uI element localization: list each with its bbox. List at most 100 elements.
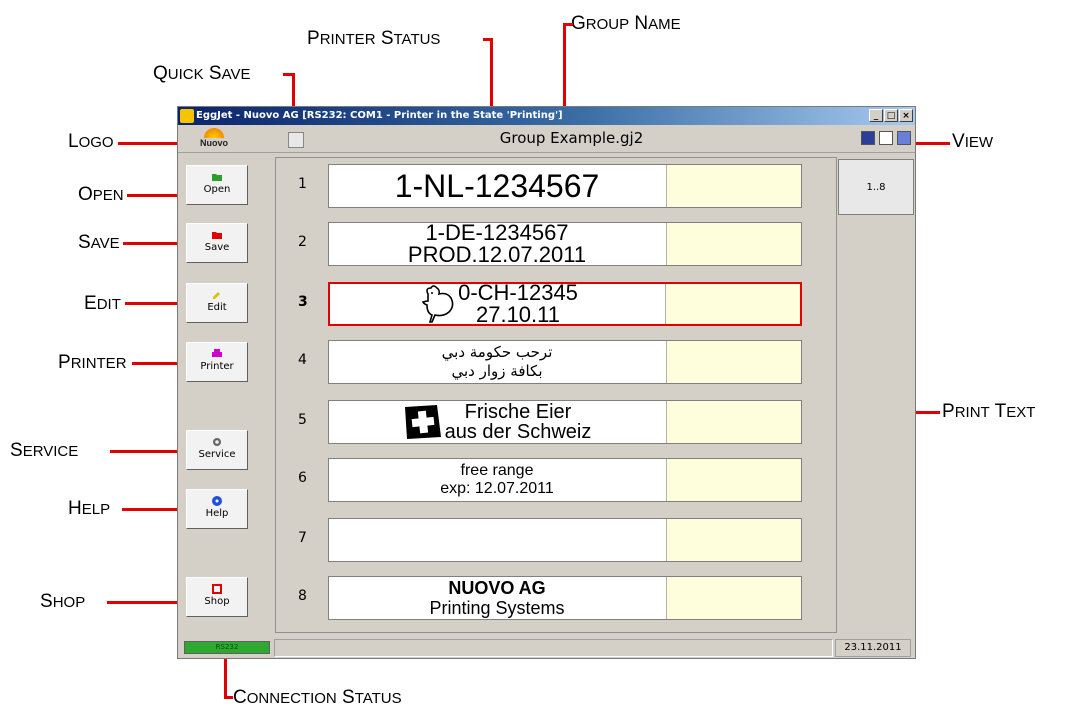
list-item[interactable]: 1 1-NL-1234567 — [276, 162, 836, 212]
list-item[interactable]: 6 free range exp: 12.07.2011 — [276, 456, 836, 506]
view-buttons — [861, 131, 911, 145]
print-line: Frische Eier — [464, 401, 572, 423]
print-text-box-selected[interactable]: 0-CH-12345 27.10.11 — [328, 282, 802, 326]
print-line: Printing Systems — [429, 598, 565, 618]
edit-button[interactable]: Edit — [186, 283, 248, 323]
print-line: NUOVO AG — [448, 578, 546, 598]
print-text: Frische Eier aus der Schweiz — [329, 401, 665, 443]
callout-shop-line — [107, 601, 187, 604]
maximize-button[interactable]: □ — [884, 109, 898, 122]
print-text-box[interactable]: 1-NL-1234567 — [328, 164, 802, 208]
shop-button[interactable]: Shop — [186, 577, 248, 617]
callout-open: OPEN — [78, 184, 124, 205]
cart-icon — [212, 584, 222, 594]
window-title: EggJet - Nuovo AG [RS232: COM1 - Printer… — [196, 110, 563, 121]
callout-service: SERVICE — [10, 440, 79, 461]
group-name: Group Example.gj2 — [499, 129, 644, 147]
nuovo-logo: Nuovo — [198, 128, 230, 150]
callout-connection-status: CONNECTION STATUS — [233, 687, 402, 708]
callout-edit: EDIT — [84, 293, 121, 314]
quick-save-button[interactable] — [288, 132, 304, 148]
print-text: 1-NL-1234567 — [329, 165, 665, 207]
row-number: 5 — [298, 412, 307, 428]
print-preview-area — [666, 577, 801, 619]
shop-label: Shop — [204, 596, 230, 607]
callout-printer: PRINTER — [58, 352, 127, 373]
group-tabs: 1..8 — [838, 157, 916, 633]
print-line: PROD.12.07.2011 — [407, 242, 587, 266]
print-text-box[interactable]: free range exp: 12.07.2011 — [328, 458, 802, 502]
tab-1-8[interactable]: 1..8 — [838, 159, 914, 215]
window-controls: _ □ × — [869, 109, 913, 122]
print-preview-area — [665, 284, 800, 324]
close-button[interactable]: × — [899, 109, 913, 122]
view-window-icon[interactable] — [897, 131, 911, 145]
print-preview-area — [666, 341, 801, 383]
callout-logo: LOGO — [68, 131, 114, 152]
service-label: Service — [198, 449, 236, 460]
logo-text: Nuovo — [200, 138, 228, 148]
callout-logo-line — [118, 142, 178, 145]
print-text-box[interactable]: Frische Eier aus der Schweiz — [328, 400, 802, 444]
print-preview-area — [666, 401, 801, 443]
print-line: exp: 12.07.2011 — [440, 480, 554, 497]
app-window: EggJet - Nuovo AG [RS232: COM1 - Printer… — [177, 106, 916, 659]
print-text-box[interactable]: NUOVO AG Printing Systems — [328, 576, 802, 620]
callout-printer-status: PRINTER STATUS — [307, 28, 441, 49]
print-text — [329, 519, 665, 561]
list-item[interactable]: 4 ترحب حكومة دبي بكافة زوار دبي — [276, 338, 836, 388]
print-text-box[interactable] — [328, 518, 802, 562]
callout-service-line — [110, 450, 187, 453]
gear-icon — [213, 438, 221, 446]
save-label: Save — [204, 242, 230, 253]
list-item[interactable]: 2 1-DE-1234567 PROD.12.07.2011 — [276, 220, 836, 270]
row-number: 3 — [298, 294, 308, 310]
help-button[interactable]: Help — [186, 489, 248, 529]
print-text: 0-CH-12345 27.10.11 — [330, 284, 666, 324]
print-text: free range exp: 12.07.2011 — [329, 459, 665, 501]
print-text: 1-DE-1234567 PROD.12.07.2011 — [329, 223, 665, 265]
printer-button[interactable]: Printer — [186, 342, 248, 382]
list-item[interactable]: 3 0-CH-12345 27.10.11 — [276, 280, 836, 330]
row-number: 6 — [298, 470, 307, 486]
service-button[interactable]: Service — [186, 430, 248, 470]
save-button[interactable]: Save — [186, 223, 248, 263]
title-bar: EggJet - Nuovo AG [RS232: COM1 - Printer… — [178, 107, 915, 125]
print-text: ترحب حكومة دبي بكافة زوار دبي — [329, 341, 665, 383]
print-line: aus der Schweiz — [444, 421, 592, 443]
print-text-box[interactable]: ترحب حكومة دبي بكافة زوار دبي — [328, 340, 802, 384]
open-button[interactable]: Open — [186, 165, 248, 205]
printer-icon — [212, 349, 222, 357]
print-preview-area — [666, 459, 801, 501]
edit-icon — [213, 292, 220, 299]
status-bar: RS232 23.11.2011 — [178, 636, 915, 658]
swiss-flag-icon — [404, 405, 441, 439]
callout-connection-status-line-h — [224, 696, 233, 699]
print-line: 1-NL-1234567 — [394, 168, 600, 204]
print-line: بكافة زوار دبي — [451, 362, 543, 380]
view-list-icon[interactable] — [861, 131, 875, 145]
save-icon — [212, 232, 222, 239]
print-line: 1-DE-1234567 — [425, 222, 569, 245]
view-calendar-icon[interactable] — [879, 131, 893, 145]
callout-help: HELP — [68, 498, 111, 519]
edit-label: Edit — [207, 302, 227, 313]
logo-sun-icon — [204, 128, 224, 138]
list-item[interactable]: 7 — [276, 516, 836, 566]
print-line: 27.10.11 — [475, 302, 560, 326]
list-item[interactable]: 5 Frische Eier aus der Schweiz — [276, 398, 836, 448]
print-preview-area — [666, 223, 801, 265]
print-text: NUOVO AG Printing Systems — [329, 577, 665, 619]
row-number: 7 — [298, 530, 307, 546]
help-label: Help — [205, 508, 229, 519]
print-preview-area — [666, 165, 801, 207]
callout-quick-save: QUICK SAVE — [153, 63, 251, 84]
app-icon — [180, 109, 194, 123]
open-label: Open — [203, 184, 231, 195]
status-message-area — [274, 639, 833, 657]
print-line: 0-CH-12345 — [458, 282, 578, 305]
minimize-button[interactable]: _ — [869, 109, 883, 122]
list-item[interactable]: 8 NUOVO AG Printing Systems — [276, 574, 836, 624]
print-text-box[interactable]: 1-DE-1234567 PROD.12.07.2011 — [328, 222, 802, 266]
help-icon — [212, 496, 222, 506]
